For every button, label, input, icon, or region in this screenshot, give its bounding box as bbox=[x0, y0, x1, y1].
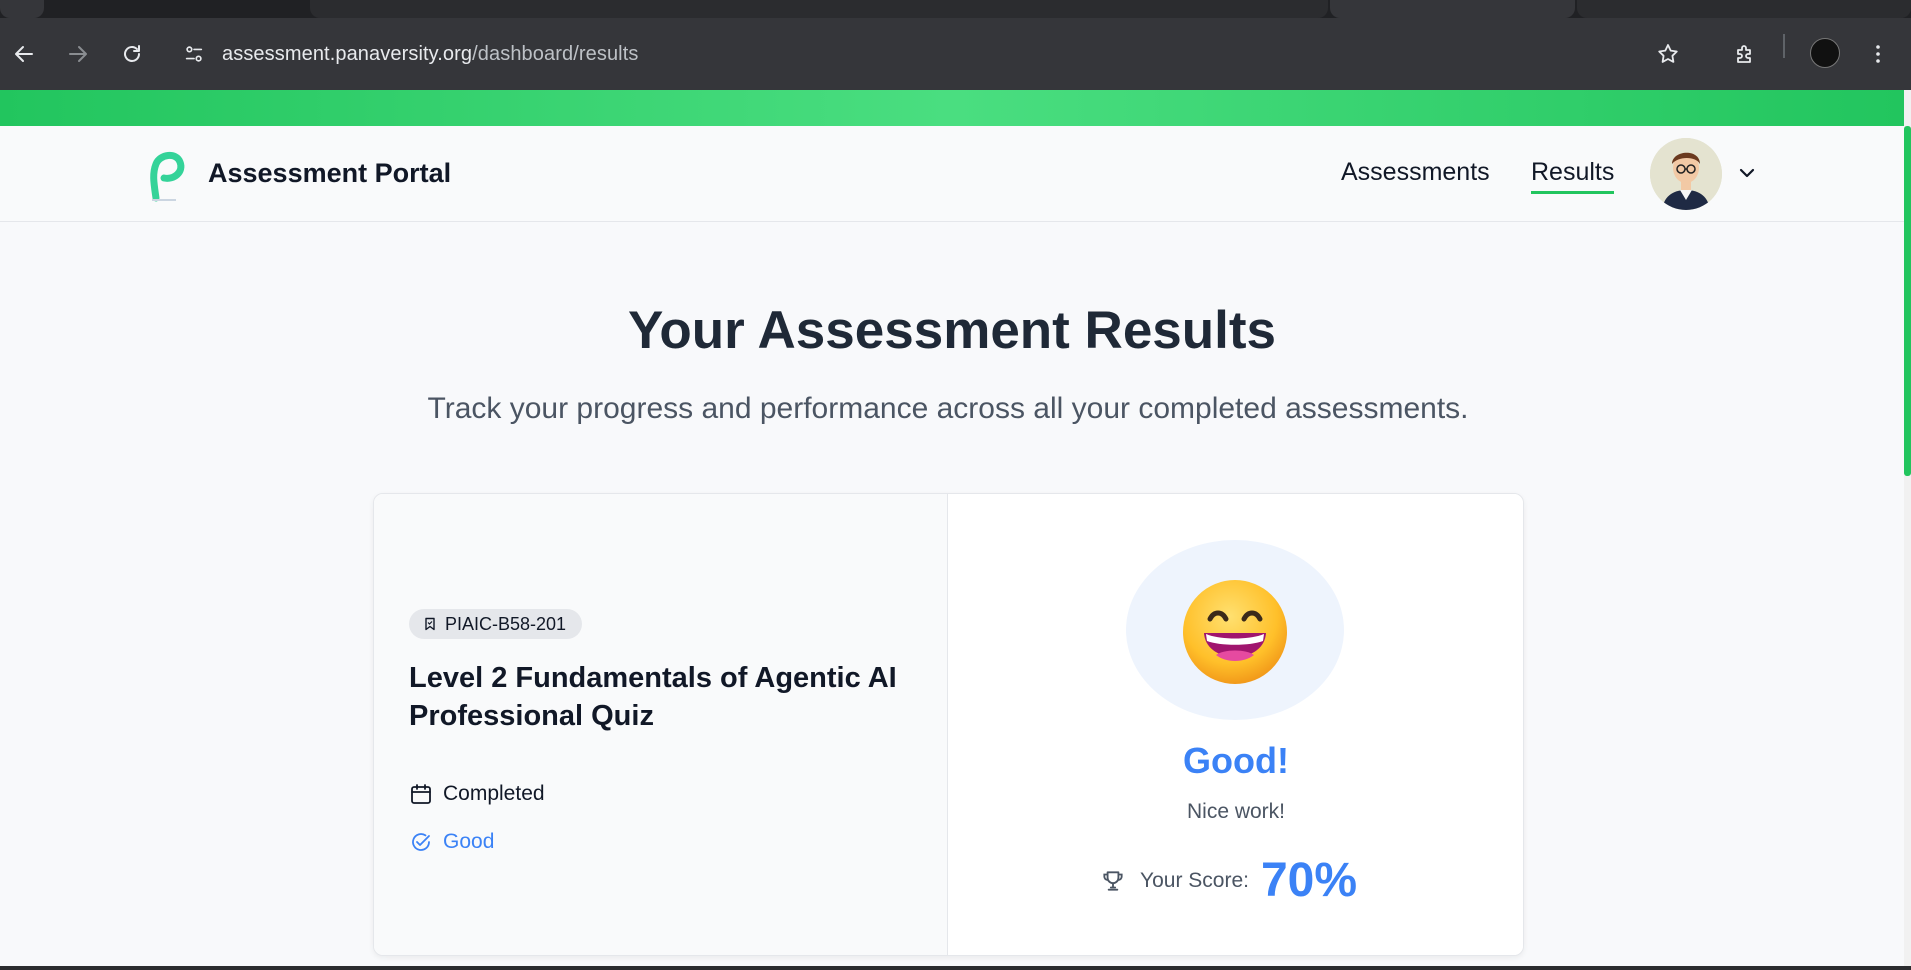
browser-tab[interactable] bbox=[310, 0, 1328, 18]
top-accent-bar bbox=[0, 90, 1904, 126]
grade-indicator: Good bbox=[409, 830, 494, 854]
grinning-face-emoji-icon bbox=[1183, 580, 1287, 684]
brand-name[interactable]: Assessment Portal bbox=[208, 158, 451, 189]
browser-toolbar: assessment.panaversity.org/dashboard/res… bbox=[0, 18, 1911, 90]
trophy-icon bbox=[1103, 870, 1123, 891]
back-icon[interactable] bbox=[6, 36, 42, 72]
toolbar-divider bbox=[1783, 34, 1785, 58]
url-path: /dashboard/results bbox=[472, 42, 639, 65]
quiz-title: Level 2 Fundamentals of Agentic AI Profe… bbox=[409, 662, 897, 732]
score-row: Your Score: 70% bbox=[1100, 853, 1357, 908]
browser-profile-avatar[interactable] bbox=[1810, 38, 1840, 68]
status-completed: Completed bbox=[409, 782, 545, 806]
browser-tab-active[interactable] bbox=[1330, 0, 1575, 18]
extensions-puzzle-icon[interactable] bbox=[1727, 36, 1763, 72]
bookmark-star-icon[interactable] bbox=[1650, 36, 1686, 72]
bookmark-icon bbox=[425, 617, 435, 631]
forward-icon[interactable] bbox=[60, 36, 96, 72]
browser-tab[interactable] bbox=[1577, 0, 1911, 18]
praise-text: Nice work! bbox=[1186, 800, 1286, 823]
site-header: Assessment Portal Assessments Results bbox=[0, 126, 1904, 222]
course-code-badge: PIAIC-B58-201 bbox=[409, 609, 583, 639]
browser-menu-icon[interactable] bbox=[1860, 36, 1896, 72]
status-text: Completed bbox=[443, 782, 545, 805]
address-bar[interactable]: assessment.panaversity.org/dashboard/res… bbox=[176, 34, 1566, 74]
browser-tab[interactable] bbox=[0, 0, 44, 18]
nav-assessments[interactable]: Assessments bbox=[1341, 158, 1490, 187]
grade-text: Good bbox=[443, 830, 495, 853]
rating-label: Good! bbox=[1183, 740, 1289, 781]
nav-results[interactable]: Results bbox=[1531, 158, 1615, 194]
page-title: Your Assessment Results bbox=[627, 301, 1276, 360]
site-info-icon[interactable] bbox=[180, 40, 208, 68]
window-bottom-edge bbox=[0, 966, 1911, 970]
chevron-down-icon[interactable] bbox=[1736, 162, 1758, 184]
calendar-icon bbox=[411, 784, 431, 804]
reload-icon[interactable] bbox=[114, 36, 150, 72]
score-value: 70% bbox=[1260, 854, 1358, 907]
scrollbar-thumb[interactable] bbox=[1904, 126, 1911, 476]
page: Assessment Portal Assessments Results Yo… bbox=[0, 90, 1904, 966]
url-host: assessment.panaversity.org bbox=[222, 42, 473, 65]
user-avatar[interactable] bbox=[1650, 138, 1722, 210]
page-subtitle: Track your progress and performance acro… bbox=[427, 392, 1469, 425]
result-card-details: PIAIC-B58-201 Level 2 Fundamentals of Ag… bbox=[374, 494, 948, 955]
browser-tab-strip bbox=[0, 0, 1911, 18]
url-text: assessment.panaversity.org/dashboard/res… bbox=[222, 43, 638, 66]
score-label: Your Score: bbox=[1140, 868, 1249, 892]
panaversity-logo-icon[interactable] bbox=[146, 148, 188, 204]
course-code: PIAIC-B58-201 bbox=[445, 613, 567, 634]
check-circle-icon bbox=[412, 833, 430, 851]
